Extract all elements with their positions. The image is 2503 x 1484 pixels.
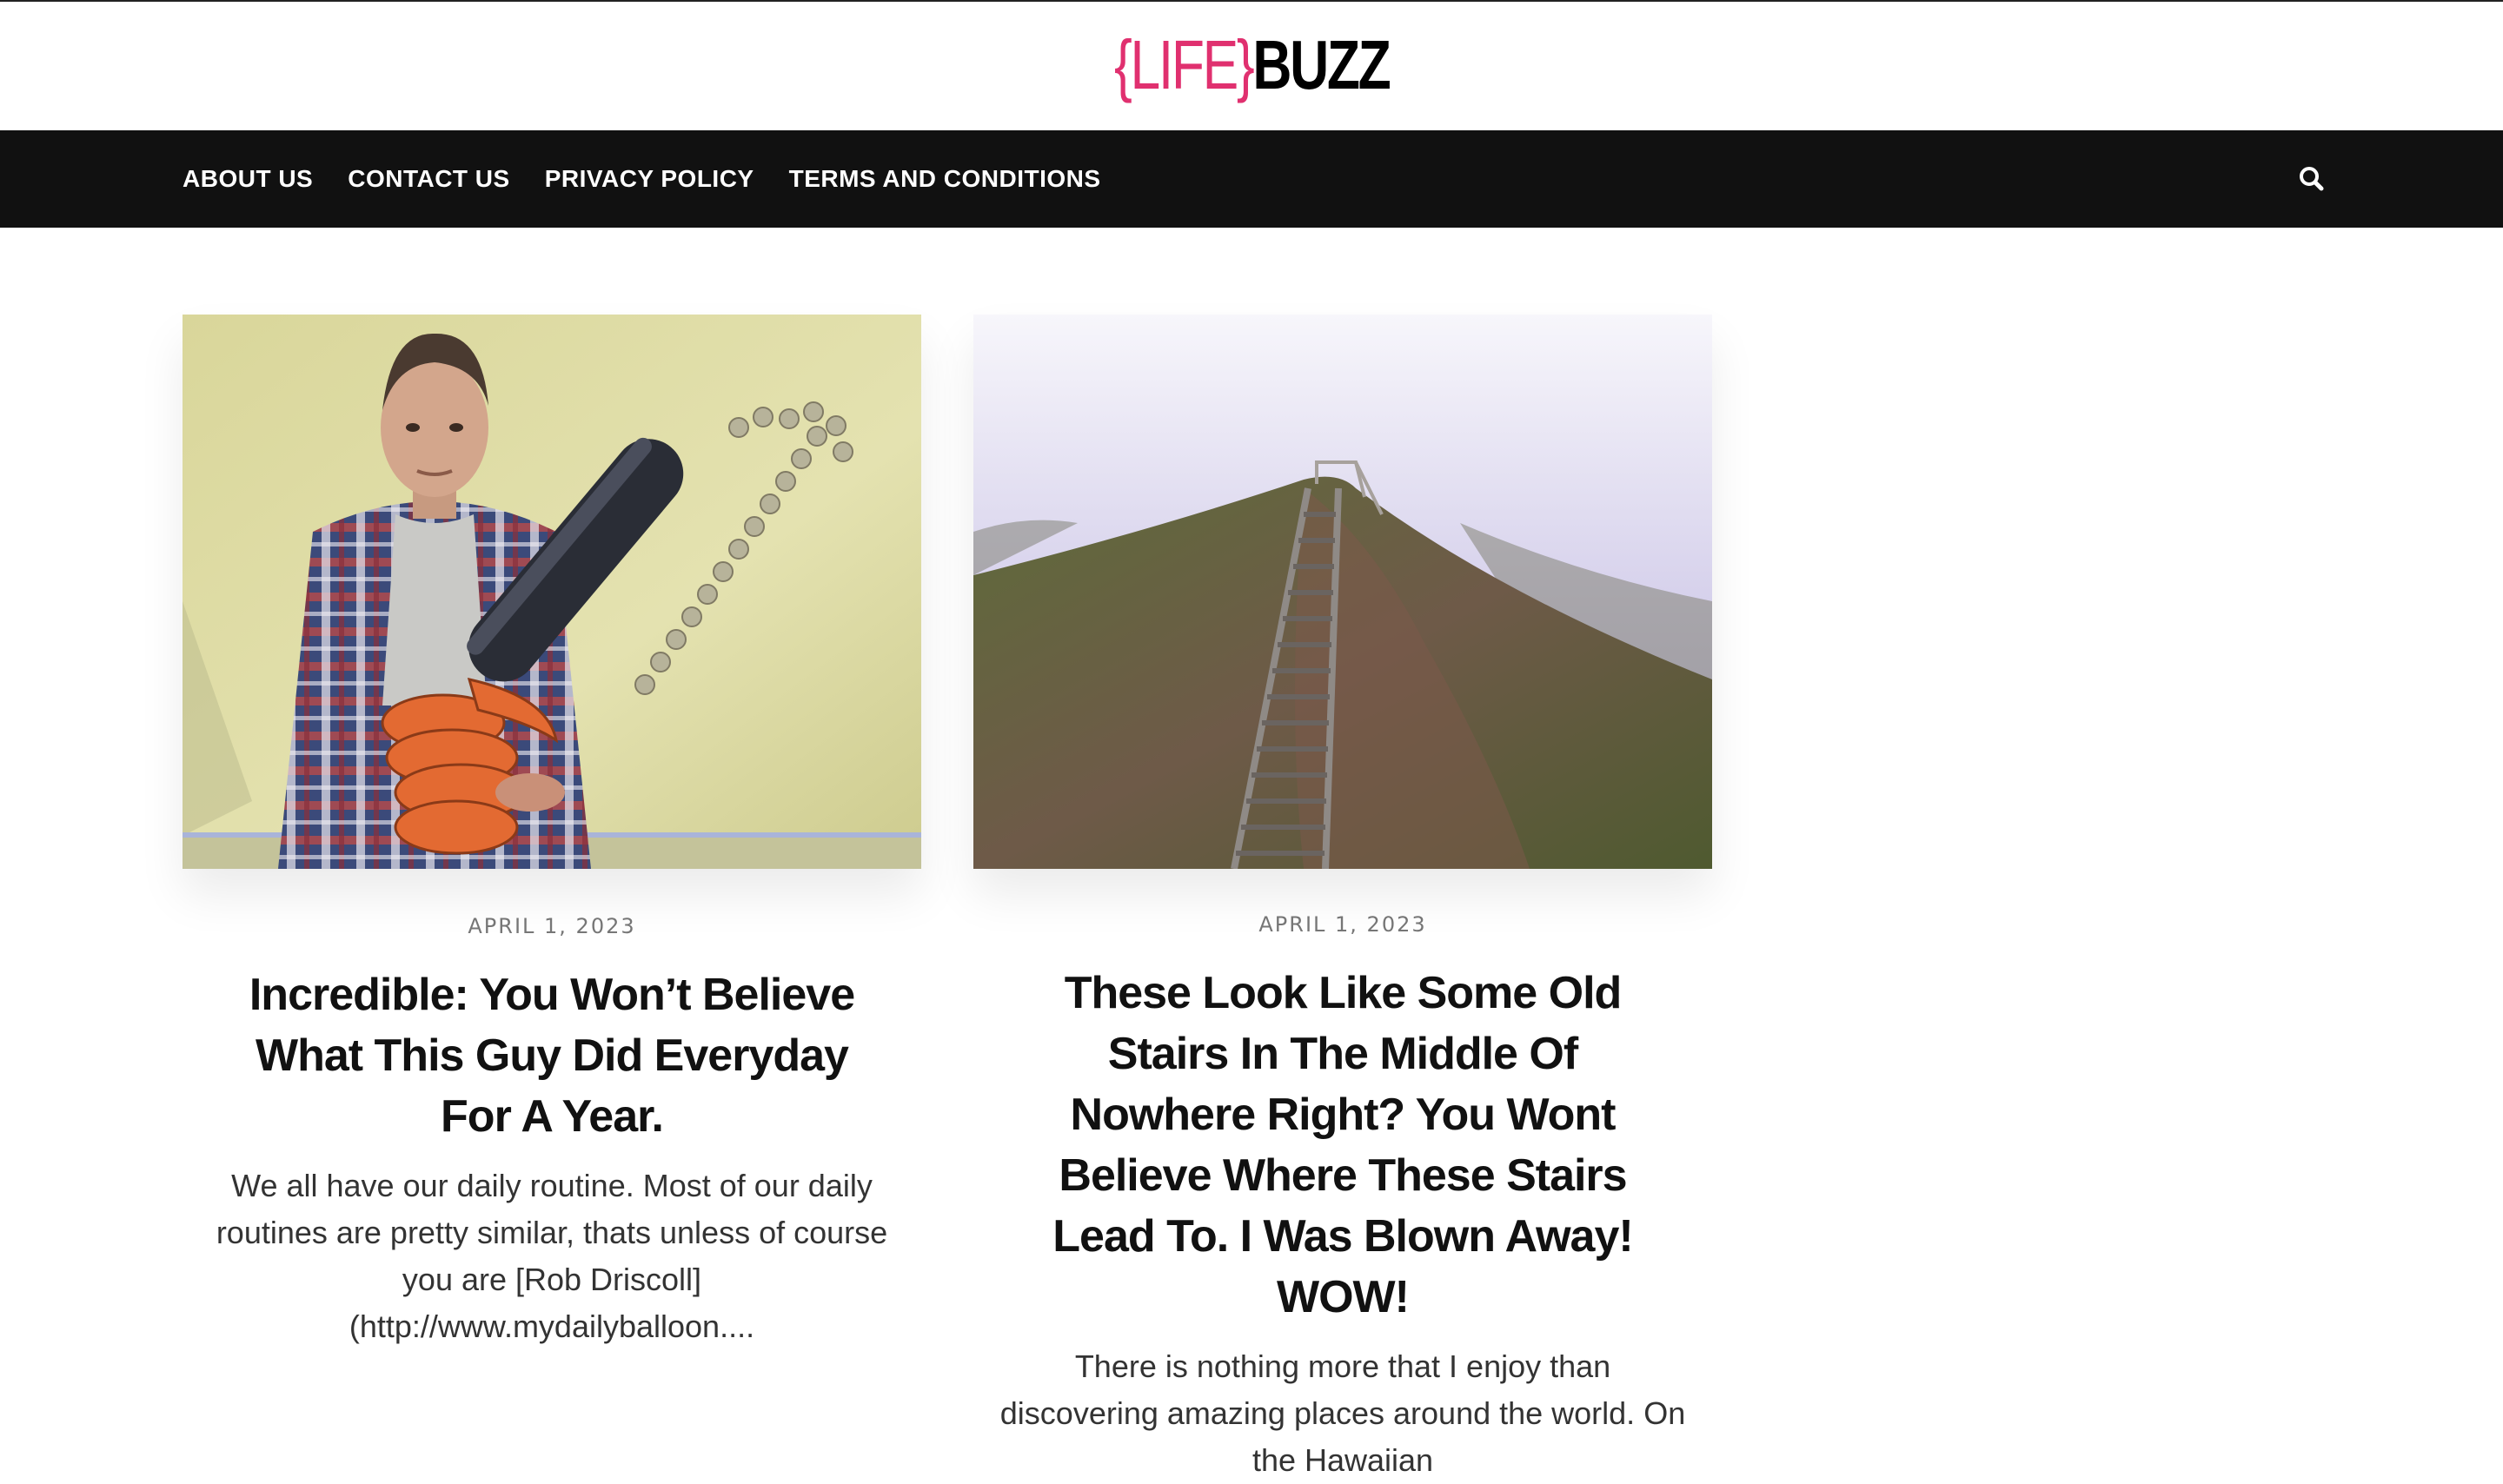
logo-buzz: BUZZ — [1252, 26, 1391, 103]
search-icon — [2300, 167, 2324, 191]
logo-close-brace: } — [1236, 26, 1255, 103]
post-card: APRIL 1, 2023 Incredible: You Won’t Beli… — [183, 315, 921, 1350]
post-excerpt: There is nothing more that I enjoy than … — [999, 1348, 1686, 1478]
post-image-mountain-stairs[interactable] — [973, 315, 1712, 869]
post-date: APRIL 1, 2023 — [1258, 912, 1427, 937]
logo-open-brace: { — [1114, 26, 1132, 103]
nav-links: ABOUT US CONTACT US PRIVACY POLICY TERMS… — [183, 130, 1101, 228]
site-header: {LIFE} BUZZ — [0, 2, 2503, 130]
logo-life: LIFE — [1130, 26, 1239, 103]
post-title[interactable]: These Look Like Some Old Stairs In The M… — [1012, 963, 1673, 1328]
post-card: APRIL 1, 2023 These Look Like Some Old S… — [973, 315, 1712, 1484]
post-image-man-balloon-chainsaw[interactable] — [183, 315, 921, 869]
nav-item-terms-and-conditions[interactable]: TERMS AND CONDITIONS — [789, 165, 1101, 193]
post-title[interactable]: Incredible: You Won’t Believe What This … — [222, 964, 882, 1147]
search-button[interactable] — [2294, 162, 2329, 196]
nav-item-contact-us[interactable]: CONTACT US — [348, 165, 509, 193]
nav-item-privacy-policy[interactable]: PRIVACY POLICY — [545, 165, 754, 193]
site-logo[interactable]: {LIFE} BUZZ — [1114, 26, 1391, 104]
post-date: APRIL 1, 2023 — [468, 914, 636, 938]
nav-item-about-us[interactable]: ABOUT US — [183, 165, 313, 193]
post-excerpt: We all have our daily routine. Most of o… — [216, 1168, 888, 1344]
main-navigation: ABOUT US CONTACT US PRIVACY POLICY TERMS… — [0, 130, 2503, 228]
